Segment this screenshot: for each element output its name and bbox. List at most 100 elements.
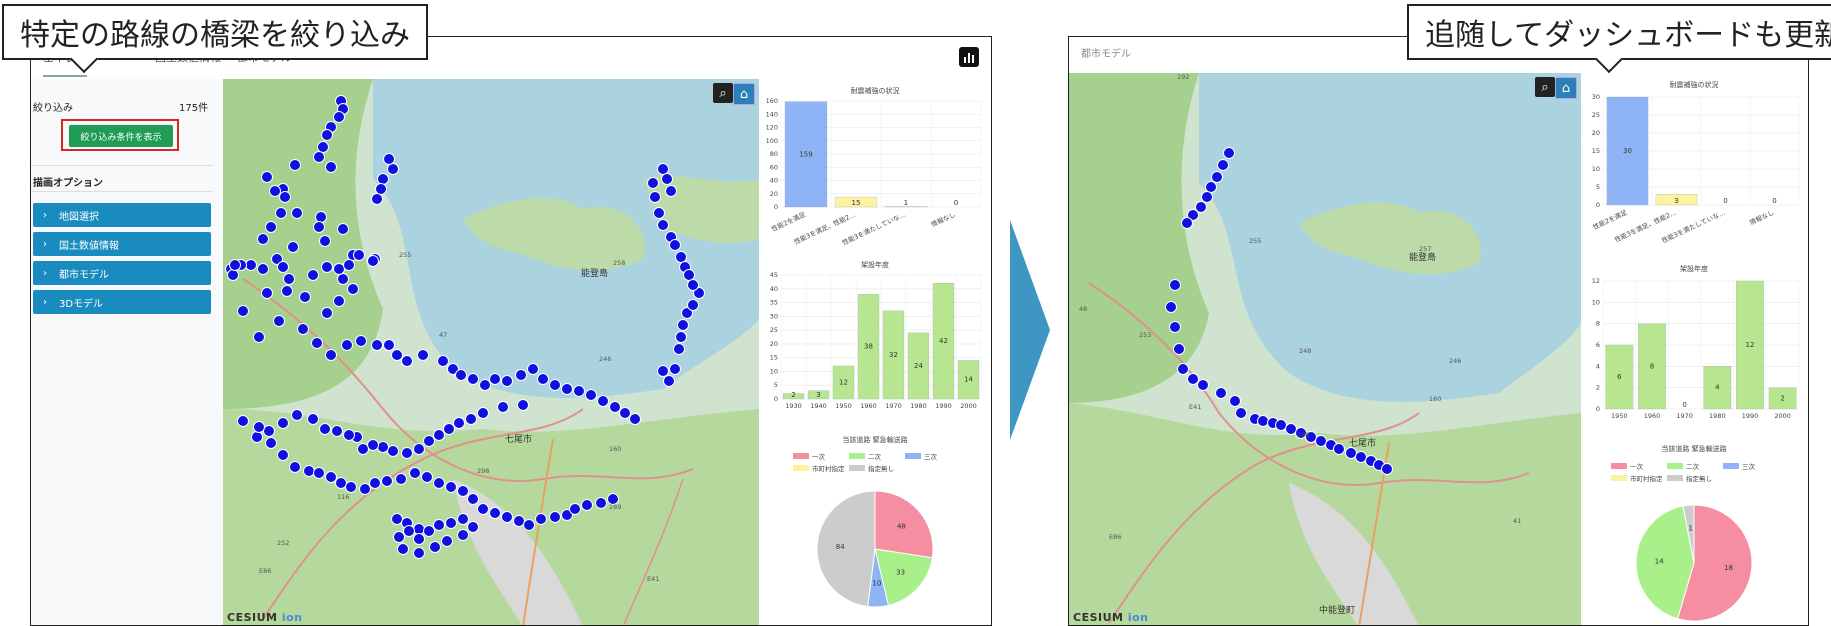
bridge-point xyxy=(287,241,299,253)
bridge-point xyxy=(595,497,607,509)
bridge-point xyxy=(359,483,371,495)
show-filter-conditions-button[interactable]: 絞り込み条件を表示 xyxy=(69,125,173,147)
y-tick-label: 6 xyxy=(1596,341,1600,349)
bridge-point xyxy=(245,259,257,271)
road-number: 246 xyxy=(1449,357,1461,365)
dashboard-panel: 耐震補強の状況 0 5 10 15 20 25 30 30 性能2を満足 3 性能3を満足、性能2…… xyxy=(1581,73,1808,625)
data-label: 0 xyxy=(1682,401,1686,409)
accordion-map-select[interactable]: › 地図選択 xyxy=(33,203,211,227)
bridge-point xyxy=(1197,379,1209,391)
bridge-point xyxy=(433,519,445,531)
road-number: 160 xyxy=(609,445,621,453)
bridge-point xyxy=(387,163,399,175)
bridge-point xyxy=(441,535,453,547)
bridge-point xyxy=(297,323,309,335)
bridge-point xyxy=(537,373,549,385)
data-label: 30 xyxy=(1623,147,1632,155)
bridge-point xyxy=(265,437,277,449)
bridge-point xyxy=(263,425,275,437)
bridge-point xyxy=(325,161,337,173)
bridge-point xyxy=(467,373,479,385)
accordion-label: 国土数値情報 xyxy=(59,240,119,252)
bridge-point xyxy=(1235,407,1247,419)
y-tick-label: 40 xyxy=(770,285,778,293)
y-tick-label: 15 xyxy=(1592,147,1600,155)
x-tick-label: 1960 xyxy=(860,402,877,410)
home-icon[interactable]: ⌂ xyxy=(733,83,755,105)
bridge-point xyxy=(357,443,369,455)
bridge-point xyxy=(433,477,445,489)
divider xyxy=(31,191,213,192)
bridge-point xyxy=(535,513,547,525)
legend-swatch xyxy=(849,453,865,459)
bridge-point xyxy=(333,295,345,307)
filter-count: 175件 xyxy=(179,103,209,114)
road-number: 192 xyxy=(1177,73,1189,81)
legend-swatch xyxy=(1667,475,1683,481)
bridge-point xyxy=(515,369,527,381)
cesium-logo: CESIUM ion xyxy=(227,611,303,624)
x-tick-label: 情報なし xyxy=(1748,208,1775,227)
bridge-point xyxy=(355,335,367,347)
bridge-point xyxy=(445,481,457,493)
bridge-point xyxy=(1223,147,1235,159)
pie-data-label: 1 xyxy=(1688,524,1692,532)
bridge-point xyxy=(423,525,435,537)
chevron-right-icon: › xyxy=(43,267,47,279)
bridge-point xyxy=(369,477,381,489)
data-label: 12 xyxy=(1746,341,1755,349)
data-label: 0 xyxy=(1723,197,1727,205)
accordion-national-land-info[interactable]: › 国土数値情報 xyxy=(33,232,211,256)
left-screenshot-panel: 基本表示 国土数値情報 都市モデル 絞り込み 175件 絞り込み条件を表示 描画… xyxy=(30,36,992,626)
accordion-label: 都市モデル xyxy=(59,269,109,281)
pie-slice xyxy=(816,490,876,608)
bridge-point xyxy=(497,401,509,413)
x-tick-label: 1980 xyxy=(1709,412,1726,420)
bridge-point xyxy=(381,475,393,487)
bridge-point xyxy=(677,319,689,331)
accordion-city-model[interactable]: › 都市モデル xyxy=(33,261,211,285)
chart-title: 耐震補強の状況 xyxy=(851,86,900,95)
bridge-point xyxy=(527,363,539,375)
bridge-point xyxy=(657,365,669,377)
legend-swatch xyxy=(849,465,865,471)
y-tick-label: 30 xyxy=(770,312,778,320)
bridge-point xyxy=(403,525,415,537)
y-tick-label: 25 xyxy=(770,326,778,334)
map-view[interactable]: 能登島 七尾市 255 47 246 258 160 298 289 116 252 E86 E41… xyxy=(223,79,759,625)
dashboard-toggle-button[interactable] xyxy=(959,47,979,67)
home-icon[interactable]: ⌂ xyxy=(1555,77,1577,99)
bridge-point xyxy=(629,413,641,425)
search-icon[interactable]: ⌕ xyxy=(713,83,733,103)
bridge-point xyxy=(333,263,345,275)
accordion-3d-model[interactable]: › 3Dモデル xyxy=(33,290,211,314)
y-tick-label: 160 xyxy=(766,97,778,105)
bridge-point xyxy=(319,235,331,247)
data-label: 42 xyxy=(939,337,948,345)
y-tick-label: 20 xyxy=(770,190,778,198)
y-tick-label: 10 xyxy=(1592,298,1600,306)
y-tick-label: 5 xyxy=(1596,183,1600,191)
bridge-point xyxy=(433,429,445,441)
bridge-point xyxy=(457,485,469,497)
bridge-point xyxy=(261,171,273,183)
bridge-point xyxy=(371,193,383,205)
search-icon[interactable]: ⌕ xyxy=(1535,77,1555,97)
bridge-point xyxy=(1173,343,1185,355)
road-number: 257 xyxy=(1419,245,1431,253)
bridge-point xyxy=(383,153,395,165)
tab-city-model[interactable]: 都市モデル xyxy=(1081,45,1131,60)
ion-text: ion xyxy=(281,611,303,624)
bridge-point xyxy=(421,471,433,483)
place-label: 七尾市 xyxy=(1349,437,1376,449)
bridge-point xyxy=(321,261,333,273)
x-tick-label: 1960 xyxy=(1644,412,1661,420)
chart-title: 架設年度 xyxy=(861,260,889,269)
map-view[interactable]: 能登島 七尾市 中能登町 192 253 48 255 257 248 246 E41 E86 1… xyxy=(1069,73,1581,625)
bridge-point xyxy=(281,285,293,297)
bridge-point xyxy=(341,339,353,351)
bridge-point xyxy=(291,207,303,219)
bridge-point xyxy=(315,211,327,223)
bridge-point xyxy=(569,503,581,515)
x-tick-label: 1930 xyxy=(785,402,802,410)
